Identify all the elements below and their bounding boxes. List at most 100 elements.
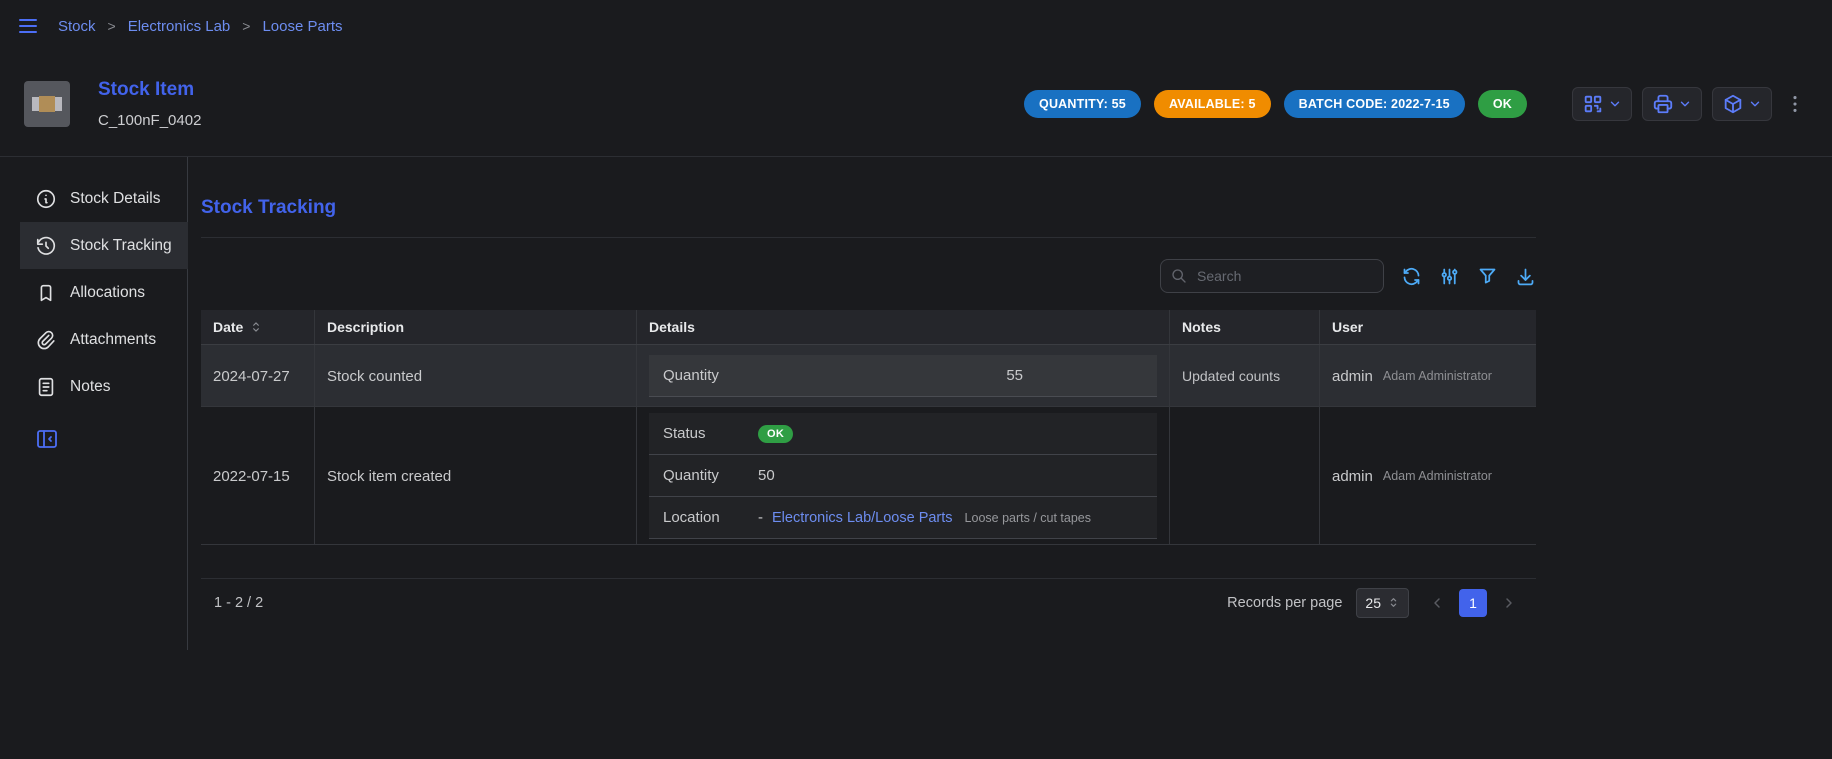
pagination-controls: Records per page 25 1 [1227, 588, 1523, 618]
sidebar-item-stock-details[interactable]: Stock Details [20, 175, 188, 222]
column-header-label: Notes [1182, 319, 1221, 335]
breadcrumb-separator: > [242, 18, 250, 34]
info-circle-icon [35, 188, 57, 210]
topbar: Stock > Electronics Lab > Loose Parts [0, 0, 1832, 52]
detail-label: Quantity [663, 367, 758, 384]
location-description: Loose parts / cut tapes [965, 511, 1091, 525]
column-header-description: Description [314, 310, 636, 344]
printer-icon [1652, 93, 1674, 115]
cell-description: Stock item created [314, 407, 636, 545]
sidebar-item-notes[interactable]: Notes [20, 363, 188, 410]
more-options-button[interactable] [1782, 91, 1808, 117]
page-1-button[interactable]: 1 [1459, 589, 1487, 617]
username: admin [1332, 368, 1373, 385]
filter-button[interactable] [1477, 266, 1498, 287]
cell-details: Status OK Quantity 50 Location - Electro… [636, 407, 1169, 545]
user-fullname: Adam Administrator [1383, 469, 1492, 483]
detail-value: 50 [758, 467, 775, 484]
title-block: Stock Item C_100nF_0402 [98, 79, 201, 129]
stock-actions-button[interactable] [1712, 87, 1772, 121]
table-toolbar [201, 259, 1536, 293]
filter-icon [1477, 266, 1498, 287]
breadcrumb-loose-parts[interactable]: Loose Parts [262, 18, 342, 35]
sidebar-item-label: Stock Tracking [70, 237, 172, 255]
chevron-right-icon [1501, 595, 1517, 611]
stock-item-thumbnail[interactable] [24, 81, 70, 127]
cell-notes: Updated counts [1169, 345, 1319, 407]
sidebar-item-allocations[interactable]: Allocations [20, 269, 188, 316]
sidebar: Stock Details Stock Tracking Allocations… [0, 157, 188, 650]
user-fullname: Adam Administrator [1383, 369, 1492, 383]
sidebar-collapse-icon [35, 427, 59, 451]
barcode-actions-button[interactable] [1572, 87, 1632, 121]
column-header-label: Details [649, 319, 695, 335]
print-actions-button[interactable] [1642, 87, 1702, 121]
sort-icon [249, 320, 263, 334]
adjustments-icon [1439, 266, 1460, 287]
sidebar-item-label: Allocations [70, 284, 145, 302]
stock-actions-icon [1722, 93, 1744, 115]
cell-notes [1169, 407, 1319, 545]
detail-row-quantity: Quantity 55 [649, 355, 1157, 397]
batch-code-badge: BATCH CODE: 2022-7-15 [1284, 90, 1465, 118]
breadcrumb-stock[interactable]: Stock [58, 18, 96, 35]
sidebar-collapse-button[interactable] [35, 427, 59, 451]
qrcode-icon [1582, 93, 1604, 115]
column-header-details: Details [636, 310, 1169, 344]
cell-details: Quantity 55 [636, 345, 1169, 407]
header-actions [1572, 87, 1808, 121]
main-panel: Stock Tracking [201, 157, 1536, 759]
content: Stock Details Stock Tracking Allocations… [0, 157, 1832, 759]
table-header-row: Date Description Details Notes User [201, 310, 1536, 345]
cell-user: admin Adam Administrator [1319, 345, 1536, 407]
table-row: 2022-07-15 Stock item created Status OK … [201, 407, 1536, 545]
selector-icon [1387, 596, 1400, 609]
menu-icon[interactable] [16, 14, 40, 38]
chevron-down-icon [1608, 97, 1622, 111]
next-page-button[interactable] [1495, 589, 1523, 617]
section-divider [201, 237, 1536, 238]
detail-label: Location [663, 509, 758, 526]
column-header-label: User [1332, 319, 1363, 335]
search-icon [1171, 268, 1187, 284]
chevron-down-icon [1678, 97, 1692, 111]
paperclip-icon [35, 329, 57, 351]
breadcrumb-electronics-lab[interactable]: Electronics Lab [128, 18, 231, 35]
chevron-down-icon [1748, 97, 1762, 111]
location-link[interactable]: Electronics Lab/Loose Parts [772, 510, 953, 526]
breadcrumb-separator: > [108, 18, 116, 34]
page-size-select[interactable]: 25 [1356, 588, 1409, 618]
search-input[interactable] [1195, 267, 1373, 285]
quantity-badge: QUANTITY: 55 [1024, 90, 1141, 118]
records-per-page-label: Records per page [1227, 595, 1342, 611]
download-button[interactable] [1515, 266, 1536, 287]
record-range: 1 - 2 / 2 [214, 595, 263, 611]
detail-value: 55 [1006, 367, 1023, 384]
status-badges: QUANTITY: 55 AVAILABLE: 5 BATCH CODE: 20… [1024, 90, 1527, 118]
cell-user: admin Adam Administrator [1319, 407, 1536, 545]
detail-label: Status [663, 425, 758, 442]
notes-icon [35, 376, 57, 398]
status-ok-badge: OK [1478, 90, 1527, 118]
previous-page-button[interactable] [1423, 589, 1451, 617]
table-footer: 1 - 2 / 2 Records per page 25 1 [201, 578, 1536, 626]
column-header-date[interactable]: Date [201, 310, 314, 344]
detail-row-quantity: Quantity 50 [649, 455, 1157, 497]
ok-status-badge: OK [758, 425, 793, 443]
refresh-button[interactable] [1401, 266, 1422, 287]
sidebar-item-label: Notes [70, 378, 111, 396]
pager: 1 [1423, 589, 1523, 617]
detail-label: Quantity [663, 467, 758, 484]
bookmark-icon [35, 282, 57, 304]
column-settings-button[interactable] [1439, 266, 1460, 287]
column-header-user: User [1319, 310, 1536, 344]
history-icon [35, 235, 57, 257]
download-icon [1515, 266, 1536, 287]
page-header: Stock Item C_100nF_0402 QUANTITY: 55 AVA… [0, 52, 1832, 156]
sidebar-item-stock-tracking[interactable]: Stock Tracking [20, 222, 188, 269]
search-box [1160, 259, 1384, 293]
breadcrumb: Stock > Electronics Lab > Loose Parts [58, 18, 343, 35]
page-size-value: 25 [1365, 595, 1381, 611]
column-header-label: Description [327, 319, 404, 335]
sidebar-item-attachments[interactable]: Attachments [20, 316, 188, 363]
